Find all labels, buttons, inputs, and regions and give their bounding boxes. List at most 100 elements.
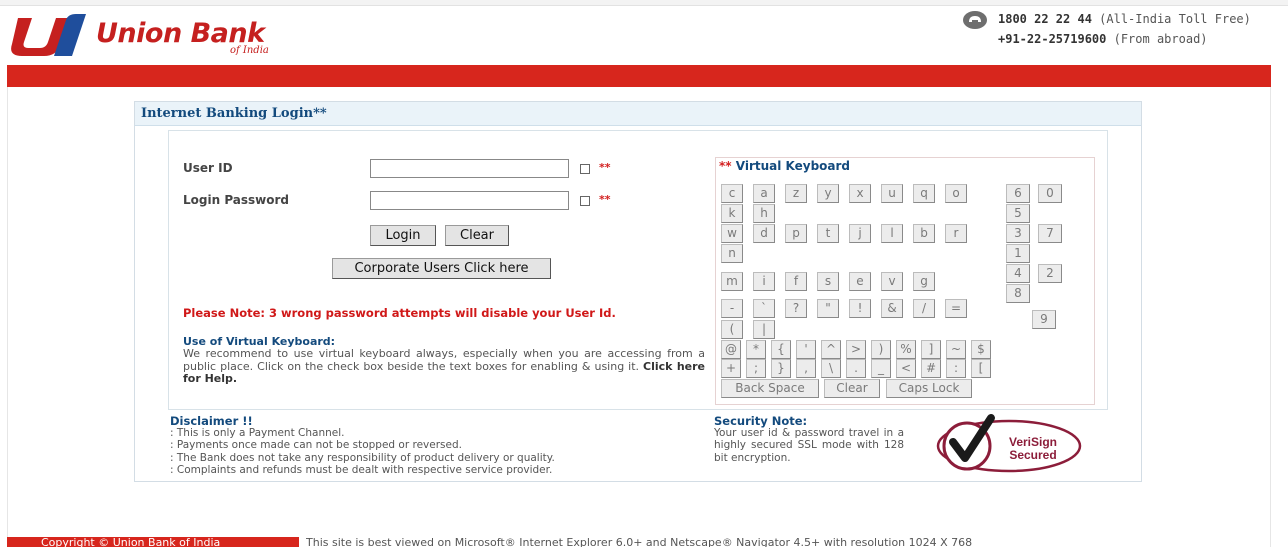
vk-key[interactable]: s — [817, 272, 839, 291]
vk-key[interactable]: i — [753, 272, 775, 291]
vk-key[interactable]: ( — [721, 320, 743, 339]
disclaimer-line: : This is only a Payment Channel. — [170, 427, 345, 439]
virtual-keyboard: ** Virtual Keyboard cazyxuqo khwdptjlbr nm… — [715, 157, 1095, 405]
seal-text-secured: Secured — [1009, 448, 1056, 462]
vk-key[interactable]: : — [946, 359, 966, 378]
password-virtual-keyboard-checkbox[interactable] — [580, 196, 590, 206]
vk-key[interactable]: x — [849, 184, 871, 203]
vk-number-key[interactable]: 5 — [1006, 204, 1030, 223]
security-note-title: Security Note: — [714, 414, 808, 428]
vk-key[interactable]: . — [846, 359, 866, 378]
vk-key[interactable]: n — [721, 244, 743, 263]
vk-key[interactable]: m — [721, 272, 743, 291]
abroad-note: (From abroad) — [1113, 32, 1208, 46]
vk-key[interactable]: e — [849, 272, 871, 291]
right-page-border — [1270, 87, 1271, 547]
vk-key[interactable]: { — [771, 340, 791, 359]
vk-key[interactable]: g — [913, 272, 935, 291]
password-attempts-warning: Please Note: 3 wrong password attempts w… — [183, 306, 616, 320]
vk-key[interactable]: ~ — [946, 340, 966, 359]
vk-key[interactable]: f — [785, 272, 807, 291]
vk-key[interactable]: _ — [871, 359, 891, 378]
vk-number-key[interactable]: 6 — [1006, 184, 1030, 203]
vk-key[interactable]: \ — [821, 359, 841, 378]
vk-key[interactable]: p — [785, 224, 807, 243]
bank-name-sub: of India — [230, 45, 269, 56]
verisign-secured-seal[interactable]: VeriSign Secured — [935, 412, 1083, 474]
vk-clear-key[interactable]: Clear — [824, 379, 880, 398]
vk-key[interactable]: } — [771, 359, 791, 378]
disclaimer-title: Disclaimer !! — [170, 414, 253, 428]
vk-key[interactable]: l — [881, 224, 903, 243]
vk-key[interactable]: y — [817, 184, 839, 203]
security-note-text: Your user id & password travel in a high… — [714, 427, 904, 464]
user-id-input[interactable] — [370, 159, 569, 178]
vk-key[interactable]: * — [746, 340, 766, 359]
vk-key[interactable]: @ — [721, 340, 741, 359]
login-panel-header: Internet Banking Login** — [135, 102, 1141, 126]
corporate-users-button[interactable]: Corporate Users Click here — [332, 258, 551, 279]
vk-key[interactable]: / — [913, 299, 935, 318]
login-button[interactable]: Login — [370, 225, 436, 246]
vk-key[interactable]: u — [881, 184, 903, 203]
vk-key[interactable]: , — [796, 359, 816, 378]
vk-number-key[interactable]: 4 — [1006, 264, 1030, 283]
vk-number-key[interactable]: 2 — [1038, 264, 1062, 283]
vk-key[interactable]: < — [896, 359, 916, 378]
virtual-keyboard-required-mark: ** — [719, 159, 732, 173]
vk-key[interactable]: j — [849, 224, 871, 243]
vk-key[interactable]: - — [721, 299, 743, 318]
vk-key[interactable]: ` — [753, 299, 775, 318]
clear-button[interactable]: Clear — [445, 225, 509, 246]
user-id-virtual-keyboard-checkbox[interactable] — [580, 164, 590, 174]
vk-key[interactable]: v — [881, 272, 903, 291]
vk-key[interactable]: | — [753, 320, 775, 339]
vk-key[interactable]: ) — [871, 340, 891, 359]
vk-key[interactable]: ] — [921, 340, 941, 359]
vk-key[interactable]: k — [721, 204, 743, 223]
vk-number-key[interactable]: 1 — [1006, 244, 1030, 263]
vk-key[interactable]: t — [817, 224, 839, 243]
union-bank-logo-mark — [11, 14, 86, 56]
vk-key[interactable]: & — [881, 299, 903, 318]
abroad-contact: +91-22-25719600 (From abroad) — [998, 32, 1208, 46]
union-bank-logo[interactable]: Union Bank of India — [10, 12, 300, 62]
vk-key[interactable]: ' — [796, 340, 816, 359]
vk-number-key[interactable]: 0 — [1038, 184, 1062, 203]
vk-key[interactable]: = — [945, 299, 967, 318]
vk-number-key[interactable]: 8 — [1006, 284, 1030, 303]
password-input[interactable] — [370, 191, 569, 210]
vk-key[interactable]: % — [896, 340, 916, 359]
vk-number-key[interactable]: 3 — [1006, 224, 1030, 243]
vk-key[interactable]: $ — [971, 340, 991, 359]
tollfree-number: 1800 22 22 44 — [998, 12, 1092, 26]
vk-backspace-key[interactable]: Back Space — [721, 379, 819, 398]
vk-capslock-key[interactable]: Caps Lock — [886, 379, 972, 398]
vk-key[interactable]: " — [817, 299, 839, 318]
vk-key[interactable]: b — [913, 224, 935, 243]
vk-key[interactable]: w — [721, 224, 743, 243]
virtual-keyboard-title: ** Virtual Keyboard — [719, 159, 850, 173]
vk-key[interactable]: c — [721, 184, 743, 203]
vk-key[interactable]: ? — [785, 299, 807, 318]
vk-key[interactable]: ! — [849, 299, 871, 318]
header-red-band — [7, 65, 1271, 87]
user-id-label: User ID — [183, 161, 233, 175]
vk-key[interactable]: [ — [971, 359, 991, 378]
vk-key[interactable]: # — [921, 359, 941, 378]
vk-key[interactable]: q — [913, 184, 935, 203]
vk-number-key[interactable]: 7 — [1038, 224, 1062, 243]
vk-key[interactable]: o — [945, 184, 967, 203]
vk-number-key[interactable]: 9 — [1032, 310, 1056, 329]
vk-key[interactable]: d — [753, 224, 775, 243]
vk-key[interactable]: z — [785, 184, 807, 203]
vk-key[interactable]: r — [945, 224, 967, 243]
copyright-bar: Copyright © Union Bank of India — [7, 537, 299, 547]
vk-key[interactable]: + — [721, 359, 741, 378]
login-panel-title: Internet Banking Login** — [141, 106, 327, 121]
vk-key[interactable]: h — [753, 204, 775, 223]
vk-key[interactable]: ^ — [821, 340, 841, 359]
vk-key[interactable]: > — [846, 340, 866, 359]
vk-key[interactable]: a — [753, 184, 775, 203]
vk-key[interactable]: ; — [746, 359, 766, 378]
